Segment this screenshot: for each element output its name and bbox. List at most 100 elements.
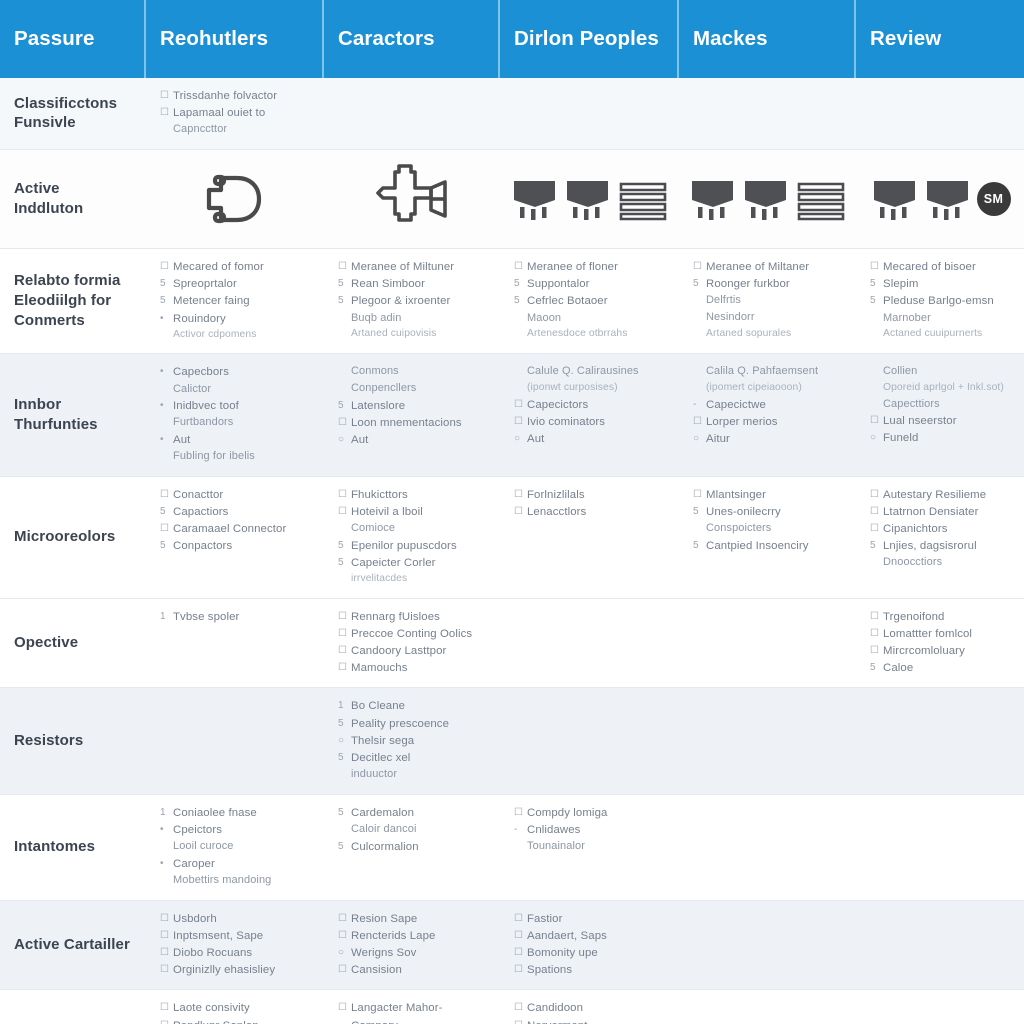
list-item[interactable]: Fubling for ibelis [160,449,311,465]
list-item[interactable]: ☐ Loon mnementacions [338,415,487,431]
list-item[interactable]: Nesindorr [693,310,843,326]
list-item[interactable]: (ipomert cipeiaooon) [693,381,843,396]
list-item[interactable]: • Aut [160,432,311,448]
list-item[interactable]: • Caroper [160,856,311,872]
list-item[interactable]: Marnober [870,311,1011,327]
list-item[interactable]: • Cpeictors [160,822,311,838]
list-item[interactable]: Dnoocctiors [870,555,1011,571]
list-item[interactable]: 5 Unes-onilecrry [693,504,843,520]
list-item[interactable]: Artenesdoce otbrrahs [514,327,666,342]
list-item[interactable]: ☐ Conacttor [160,487,311,503]
list-item[interactable]: Artaned cuipovisis [338,327,487,342]
list-item[interactable]: Oporeid aprlgol + Inkl.sot) [870,381,1011,396]
list-item[interactable]: ☐ Diobo Rocuans [160,945,311,961]
list-item[interactable]: ☐ Candidoon [514,1000,666,1016]
list-item[interactable]: irrvelitacdes [338,572,487,587]
list-item[interactable]: 5 Rean Simboor [338,276,487,292]
list-item[interactable]: ☐ Mircrcomloluary [870,643,1011,659]
list-item[interactable]: Maoon [514,311,666,327]
list-item[interactable]: ☐ Lorper merios [693,414,843,430]
list-item[interactable]: ☐ Langacter Mahor- [338,1000,487,1016]
list-item[interactable]: Calictor [160,382,311,398]
list-item[interactable]: Calila Q. Pahfaemsent [693,364,843,380]
list-item[interactable]: ☐ Cipanichtors [870,521,1011,537]
list-item[interactable]: ☐ Inptsmsent, Sape [160,928,311,944]
list-item[interactable]: 5 Capactiors [160,504,311,520]
list-item[interactable]: Delfrtis [693,293,843,309]
list-item[interactable]: 5 Caloe [870,660,1011,676]
list-item[interactable]: ☐ Fastior [514,911,666,927]
list-item[interactable]: ☐ Candoory Lasttpor [338,643,487,659]
list-item[interactable]: 5 Lnjies, dagsisrorul [870,538,1011,554]
list-item[interactable]: ☐ Rencterids Lape [338,928,487,944]
list-item[interactable]: • Rouindory [160,311,311,327]
column-header-dirlon-peoples[interactable]: Dirlon Peoples [500,0,679,78]
list-item[interactable]: 1 Coniaolee fnase [160,805,311,821]
list-item[interactable]: ☐ Hoteivil a lboil [338,504,487,520]
list-item[interactable]: 1 Bo Cleane [338,698,487,714]
list-item[interactable]: 5 Conpactors [160,538,311,554]
list-item[interactable]: ☐ Bomonity upe [514,945,666,961]
list-item[interactable]: 5 Cardemalon [338,805,487,821]
list-item[interactable]: ☐ Meranee of Miltaner [693,259,843,275]
list-item[interactable]: Capecttiors [870,397,1011,413]
list-item[interactable]: Mobettirs mandoing [160,873,311,889]
list-item[interactable]: 5 Spreoprtalor [160,276,311,292]
list-item[interactable]: (iponwt curposises) [514,381,666,396]
list-item[interactable]: ☐ Rennarg fUisloes [338,609,487,625]
list-item[interactable]: 5 Cefrlec Botaoer [514,293,666,309]
list-item[interactable]: Buqb adin [338,311,487,327]
list-item[interactable]: ☐ Forlnizlilals [514,487,666,503]
list-item[interactable]: ☐ Trissdanhe folvactor [160,88,311,104]
list-item[interactable]: ☐ Laote consivity [160,1000,311,1016]
list-item[interactable]: ☐ Lomattter fomlcol [870,626,1011,642]
list-item[interactable]: ○ Aut [514,431,666,447]
list-item[interactable]: Artaned sopurales [693,327,843,342]
list-item[interactable]: Conspoicters [693,521,843,537]
list-item[interactable]: 5 Roonger furkbor [693,276,843,292]
list-item[interactable]: ☐ Autestary Resilieme [870,487,1011,503]
list-item[interactable]: ☐Neryerment [514,1018,666,1024]
column-header-reohutlers[interactable]: Reohutlers [146,0,324,78]
column-header-passure[interactable]: Passure [0,0,146,78]
list-item[interactable]: Conpencllers [338,381,487,397]
list-item[interactable]: 5 Suppontalor [514,276,666,292]
list-item[interactable]: Collien [870,364,1011,380]
list-item[interactable]: • Capecbors [160,364,311,380]
list-item[interactable]: Looil curoce [160,839,311,855]
list-item[interactable]: ☐ Aandaert, Saps [514,928,666,944]
list-item[interactable]: ☐ Resion Sape [338,911,487,927]
list-item[interactable]: Capnccttor [160,122,311,138]
list-item[interactable]: - Cnlidawes [514,822,666,838]
list-item[interactable]: 5 Latenslore [338,398,487,414]
list-item[interactable]: 5 Metencer faing [160,293,311,309]
list-item[interactable]: 5 Epenilor pupuscdors [338,538,487,554]
column-header-review[interactable]: Review [856,0,1024,78]
list-item[interactable]: ☐ Lual nseerstor [870,413,1011,429]
list-item[interactable]: 5 Capeicter Corler [338,555,487,571]
list-item[interactable]: ☐ Lenacctlors [514,504,666,520]
list-item[interactable]: ☐ Capecictors [514,397,666,413]
list-item[interactable]: ○ Aut [338,432,487,448]
list-item[interactable]: ☐Pendlunr Sonlon [160,1018,311,1024]
list-item[interactable]: ☐ Mecared of fomor [160,259,311,275]
list-item[interactable]: ☐ Preccoe Conting Oolics [338,626,487,642]
list-item[interactable]: ○ Funeld [870,430,1011,446]
list-item[interactable]: ☐ Spations [514,962,666,978]
list-item[interactable]: ○ Thelsir sega [338,733,487,749]
list-item[interactable]: ○ Werigns Sov [338,945,487,961]
list-item[interactable]: ☐ Ltatrnon Densiater [870,504,1011,520]
list-item[interactable]: Tounainalor [514,839,666,855]
list-item[interactable]: Activor cdpomens [160,328,311,343]
list-item[interactable]: 5 Pleduse Barlgo-emsn [870,293,1011,309]
list-item[interactable]: -Compory [338,1018,487,1024]
list-item[interactable]: Calule Q. Calirausines [514,364,666,380]
list-item[interactable]: 5 Decitlec xel [338,750,487,766]
list-item[interactable]: ☐ Caramaael Connector [160,521,311,537]
list-item[interactable]: ☐ Mamouchs [338,660,487,676]
list-item[interactable]: ☐ Fhukicttors [338,487,487,503]
list-item[interactable]: Furtbandors [160,415,311,431]
column-header-mackes[interactable]: Mackes [679,0,856,78]
list-item[interactable]: - Capecictwe [693,397,843,413]
list-item[interactable]: ☐ Cansision [338,962,487,978]
